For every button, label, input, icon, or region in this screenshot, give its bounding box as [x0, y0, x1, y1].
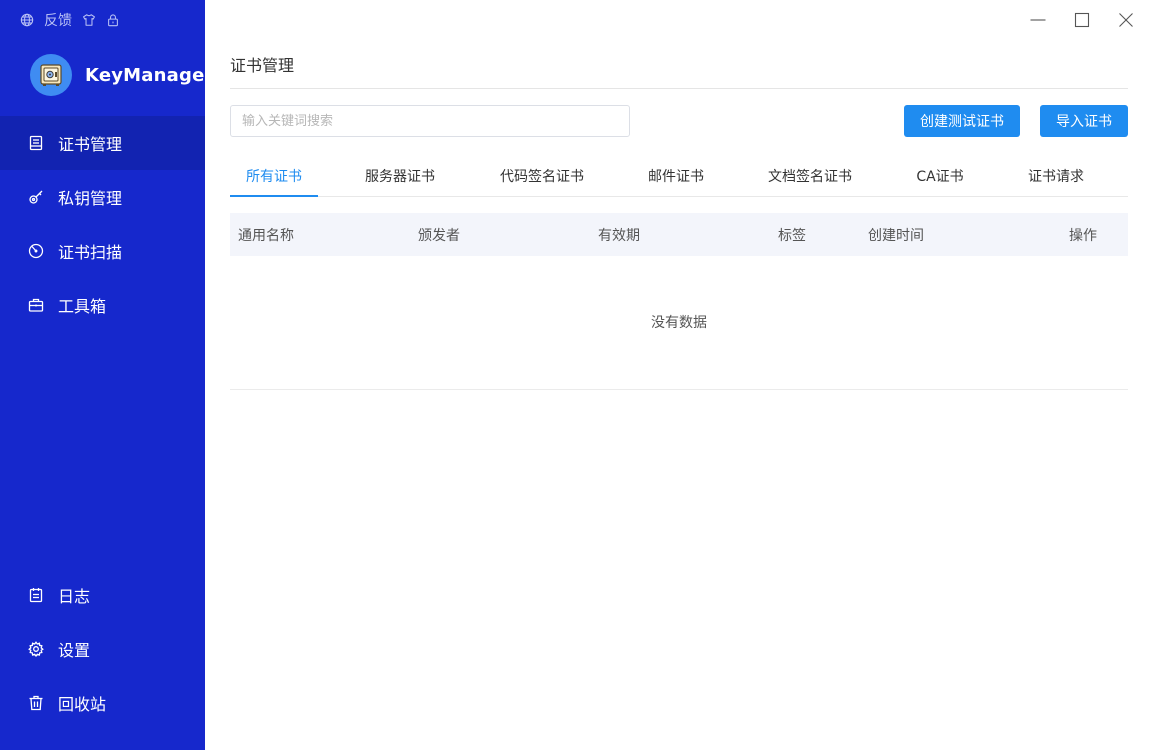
feedback-label: 反馈	[44, 10, 72, 30]
brand: KeyManager	[30, 54, 214, 96]
page-title: 证书管理	[230, 52, 294, 76]
sidebar-item-private-keys[interactable]: 私钥管理	[0, 170, 205, 224]
table-header: 通用名称 颁发者 有效期 标签 创建时间 操作	[230, 213, 1128, 256]
column-actions: 操作	[1069, 213, 1097, 256]
sidebar-item-label: 私钥管理	[58, 185, 122, 209]
globe-icon	[20, 13, 34, 27]
sidebar-item-recycle-bin[interactable]: 回收站	[0, 676, 205, 730]
gear-icon	[28, 641, 44, 657]
log-icon	[28, 587, 44, 603]
sidebar-item-certificates[interactable]: 证书管理	[0, 116, 205, 170]
trash-icon	[28, 695, 44, 711]
safe-icon	[38, 62, 64, 88]
feedback-button[interactable]: 反馈	[44, 10, 72, 30]
sidebar-item-label: 回收站	[58, 691, 106, 715]
table-bottom-border	[230, 389, 1128, 390]
sidebar-item-toolbox[interactable]: 工具箱	[0, 278, 205, 332]
table-empty-text: 没有数据	[230, 312, 1128, 332]
scan-icon	[28, 243, 44, 259]
tab-server-certificates[interactable]: 服务器证书	[357, 156, 443, 196]
sidebar-top-tools: 反馈	[20, 11, 120, 29]
tab-code-signing-certificates[interactable]: 代码签名证书	[492, 156, 592, 196]
create-test-certificate-button[interactable]: 创建测试证书	[904, 105, 1020, 137]
tab-email-certificates[interactable]: 邮件证书	[640, 156, 712, 196]
sidebar: 反馈 KeyManager	[0, 0, 205, 750]
tab-all-certificates[interactable]: 所有证书	[230, 156, 318, 196]
minimize-button[interactable]	[1028, 10, 1048, 30]
lock-button[interactable]	[106, 13, 120, 27]
language-button[interactable]	[20, 13, 34, 27]
column-common-name: 通用名称	[238, 213, 294, 256]
certificate-tabs: 所有证书 服务器证书 代码签名证书 邮件证书 文档签名证书 CA证书 证书请求	[230, 156, 1128, 197]
tshirt-icon	[82, 13, 96, 27]
tab-ca-certificates[interactable]: CA证书	[909, 156, 971, 196]
column-tags: 标签	[778, 213, 806, 256]
tab-document-signing-certificates[interactable]: 文档签名证书	[760, 156, 860, 196]
column-created-time: 创建时间	[868, 213, 924, 256]
sidebar-item-label: 日志	[58, 583, 90, 607]
close-button[interactable]	[1116, 10, 1136, 30]
import-certificate-button[interactable]: 导入证书	[1040, 105, 1128, 137]
lock-icon	[106, 13, 120, 27]
sidebar-nav-main: 证书管理 私钥管理 证书扫描 工具箱	[0, 116, 205, 332]
tab-certificate-requests[interactable]: 证书请求	[1020, 156, 1092, 196]
minimize-icon	[1030, 12, 1046, 28]
window-controls	[1028, 10, 1136, 30]
search-input[interactable]	[230, 105, 630, 137]
sidebar-item-label: 证书扫描	[58, 239, 122, 263]
sidebar-item-settings[interactable]: 设置	[0, 622, 205, 676]
brand-name: KeyManager	[85, 65, 214, 86]
column-validity: 有效期	[598, 213, 640, 256]
brand-logo	[30, 54, 72, 96]
toolbox-icon	[28, 297, 44, 313]
close-icon	[1118, 12, 1134, 28]
maximize-button[interactable]	[1072, 10, 1092, 30]
sidebar-item-certificate-scan[interactable]: 证书扫描	[0, 224, 205, 278]
sidebar-item-label: 设置	[58, 637, 90, 661]
sidebar-item-label: 工具箱	[58, 293, 106, 317]
sidebar-nav-bottom: 日志 设置 回收站	[0, 568, 205, 730]
certificate-icon	[28, 135, 44, 151]
title-divider	[230, 88, 1128, 89]
sidebar-item-log[interactable]: 日志	[0, 568, 205, 622]
theme-button[interactable]	[82, 13, 96, 27]
maximize-icon	[1074, 12, 1090, 28]
sidebar-item-label: 证书管理	[58, 131, 122, 155]
key-icon	[28, 189, 44, 205]
column-issuer: 颁发者	[418, 213, 460, 256]
